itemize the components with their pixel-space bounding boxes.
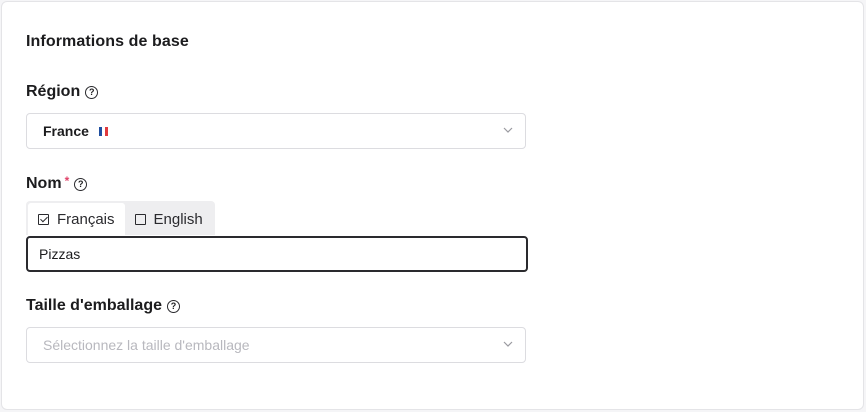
tab-francais[interactable]: Français — [28, 203, 125, 235]
name-label: Nom — [26, 175, 62, 192]
checkbox-checked-icon — [38, 213, 49, 225]
region-select[interactable]: France — [26, 113, 526, 149]
chevron-down-icon — [503, 127, 513, 133]
language-tabs: Français English — [26, 201, 215, 235]
region-label-row: Région ? — [26, 83, 99, 101]
name-label-row: Nom * ? — [26, 174, 88, 193]
packaging-label-row: Taille d'emballage ? — [26, 297, 180, 315]
help-icon[interactable]: ? — [167, 299, 180, 313]
tab-francais-label: Français — [57, 210, 115, 228]
required-mark: * — [64, 174, 70, 188]
region-label: Région — [26, 83, 81, 100]
checkbox-unchecked-icon — [134, 213, 146, 225]
help-icon[interactable]: ? — [85, 85, 99, 99]
tab-english[interactable]: English — [125, 203, 213, 235]
packaging-label: Taille d'emballage — [26, 297, 162, 314]
basic-info-card: Informations de base Région ? France Nom… — [1, 1, 864, 410]
france-flag-icon — [98, 126, 108, 136]
section-title: Informations de base — [26, 33, 189, 50]
packaging-size-select[interactable]: Sélectionnez la taille d'emballage — [26, 327, 526, 363]
name-input[interactable] — [26, 236, 528, 272]
packaging-placeholder: Sélectionnez la taille d'emballage — [43, 337, 250, 353]
chevron-down-icon — [503, 341, 513, 347]
region-value: France — [43, 123, 89, 139]
help-icon[interactable]: ? — [74, 177, 88, 191]
tab-english-label: English — [153, 210, 203, 228]
